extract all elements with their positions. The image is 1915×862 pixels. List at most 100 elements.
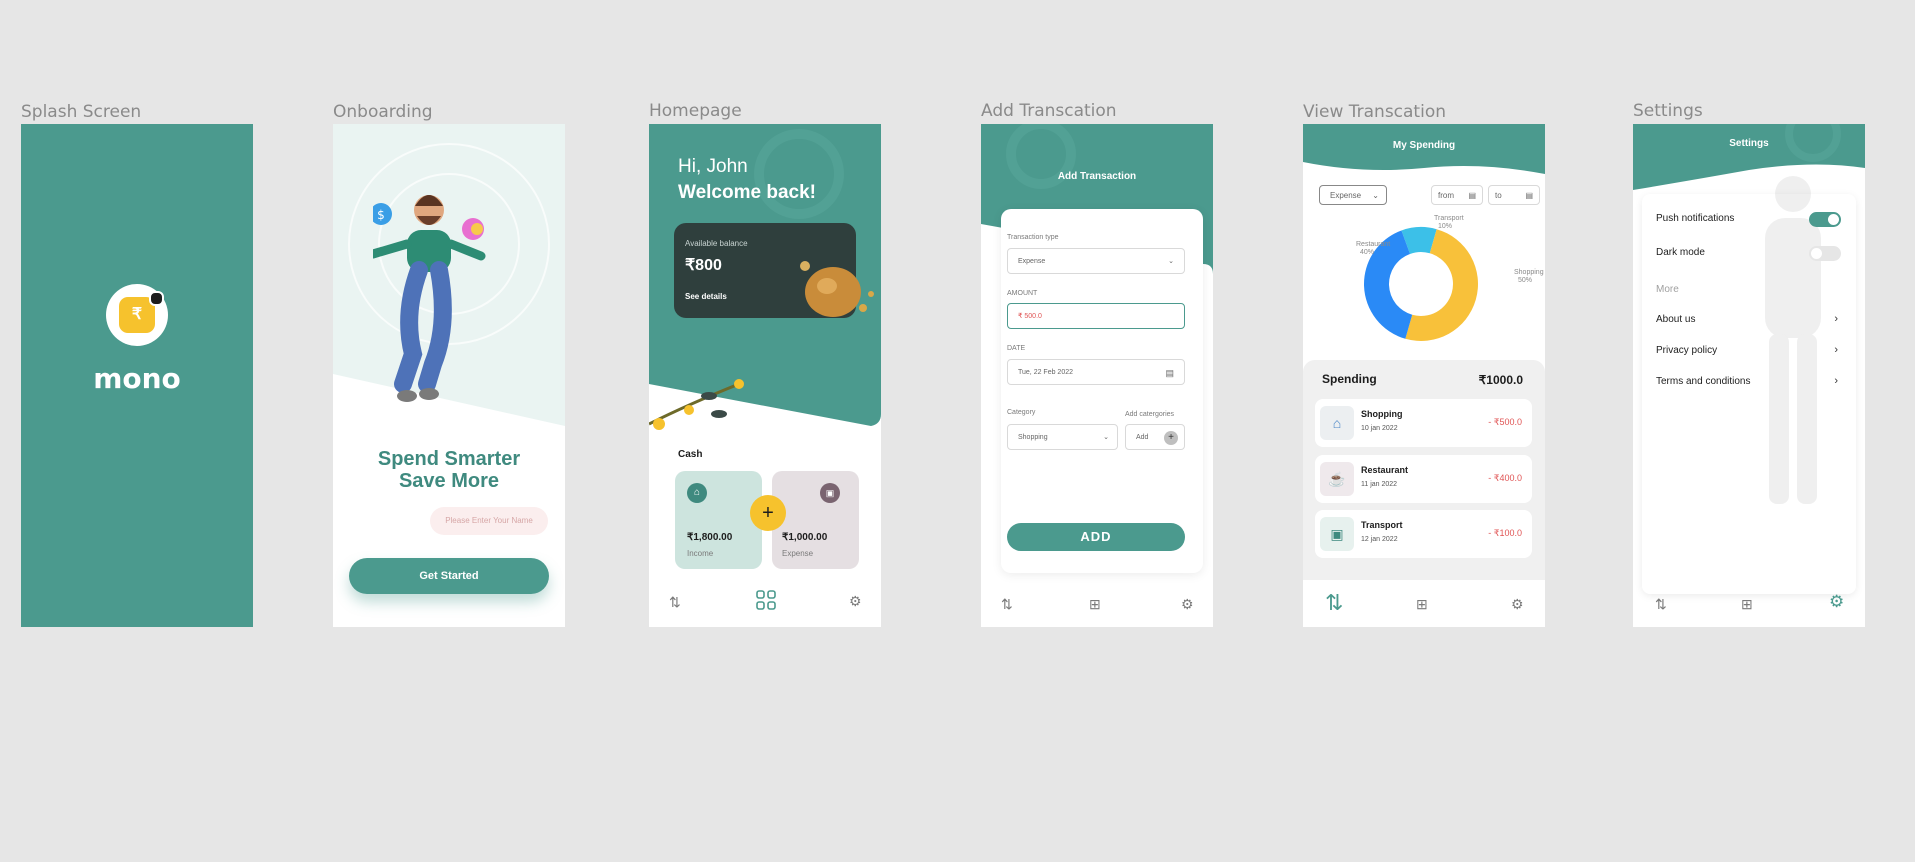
from-date-input[interactable]: from ▤ [1431, 185, 1483, 205]
date-label: DATE [1007, 345, 1026, 352]
income-value: ₹1,800.00 [687, 532, 733, 543]
transaction-row[interactable]: ☕ Restaurant 11 jan 2022 - ₹400.0 [1315, 455, 1532, 503]
cash-section-label: Cash [678, 449, 703, 460]
add-transaction-screen: Add Transaction Transaction type Expense… [981, 124, 1213, 627]
pie-label-transport: Transport 10% [1434, 215, 1464, 230]
grid-nav-icon[interactable]: ⊞ [1741, 596, 1753, 613]
balance-value: ₹800 [685, 257, 722, 274]
chevron-right-icon: › [1834, 313, 1838, 325]
transaction-title: Shopping [1361, 409, 1403, 419]
gear-icon[interactable]: ⚙ [1181, 596, 1194, 613]
expense-value: ₹1,000.00 [782, 532, 828, 543]
gear-icon[interactable]: ⚙ [1511, 596, 1524, 613]
gear-icon[interactable]: ⚙ [849, 593, 862, 610]
add-transaction-title: Add Transaction [1057, 171, 1137, 182]
grid-nav-icon[interactable]: ⊞ [1089, 596, 1101, 613]
privacy-policy-item[interactable]: Privacy policy [1656, 345, 1717, 356]
store-icon: ⌂ [1320, 406, 1354, 440]
coffee-icon: ☕ [1320, 462, 1354, 496]
transaction-row[interactable]: ⌂ Shopping 10 jan 2022 - ₹500.0 [1315, 399, 1532, 447]
income-label: Income [687, 549, 714, 558]
wallet-icon: ▣ [820, 483, 840, 503]
plant-decoration [649, 379, 744, 430]
svg-text:$: $ [377, 208, 385, 222]
amount-label: AMOUNT [1007, 290, 1038, 297]
transactions-nav-icon[interactable]: ⇅ [669, 594, 681, 611]
spending-total: ₹1000.0 [1478, 373, 1523, 387]
home-screen: Hi, John Welcome back! Available balance… [649, 124, 881, 627]
frame-label-onboarding: Onboarding [333, 102, 433, 122]
frame-label-homepage: Homepage [649, 101, 742, 121]
grid-nav-icon[interactable]: ⊞ [1416, 596, 1428, 613]
gear-icon[interactable]: ⚙ [1829, 592, 1844, 612]
dark-mode-label: Dark mode [1656, 247, 1705, 258]
calendar-icon: ▤ [1525, 191, 1533, 200]
push-notifications-toggle[interactable] [1809, 212, 1841, 227]
transaction-amount: - ₹400.0 [1488, 473, 1522, 483]
frame-label-splash: Splash Screen [21, 102, 142, 122]
logo-dot [149, 291, 164, 306]
category-select[interactable]: Shopping ⌄ [1007, 424, 1118, 450]
chevron-down-icon: ⌄ [1103, 434, 1109, 441]
splash-screen: ₹ mono [21, 124, 253, 627]
bus-icon: ▣ [1320, 517, 1354, 551]
expense-label: Expense [782, 549, 814, 558]
add-categories-label: Add catergories [1125, 411, 1175, 418]
category-label: Category [1007, 409, 1036, 416]
settings-screen: Settings Push notifications Dark mode Mo… [1633, 124, 1865, 627]
transactions-nav-icon[interactable]: ⇅ [1001, 596, 1013, 613]
expense-filter-select[interactable]: Expense ⌄ [1319, 185, 1387, 205]
bank-icon: ⌂ [687, 483, 707, 503]
settings-title: Settings [1729, 138, 1769, 149]
spending-donut-chart: Shopping 50%Restaurant 40%Transport 10% [1356, 215, 1544, 341]
frame-label-settings: Settings [1633, 101, 1703, 121]
expense-card[interactable]: ▣ ₹1,000.00 Expense [772, 471, 859, 569]
dark-mode-toggle[interactable] [1809, 246, 1841, 261]
plus-icon[interactable]: + [1164, 431, 1178, 445]
calendar-icon: ▤ [1468, 191, 1476, 200]
get-started-button[interactable]: Get Started [349, 558, 549, 594]
transaction-row[interactable]: ▣ Transport 12 jan 2022 - ₹100.0 [1315, 510, 1532, 558]
income-card[interactable]: ⌂ ₹1,800.00 Income [675, 471, 762, 569]
chevron-right-icon: › [1834, 375, 1838, 387]
calendar-icon: ▤ [1165, 368, 1174, 378]
push-notifications-label: Push notifications [1656, 213, 1735, 224]
more-section-label: More [1656, 284, 1679, 295]
transaction-title: Transport [1361, 520, 1403, 530]
grid-nav-icon[interactable] [756, 590, 776, 610]
add-button[interactable]: ADD [1007, 523, 1185, 551]
transactions-nav-icon[interactable]: ⇅ [1655, 596, 1667, 613]
to-date-input[interactable]: to ▤ [1488, 185, 1540, 205]
piggy-bank-icon [800, 261, 874, 317]
onboarding-title: Spend Smarter Save More [377, 448, 521, 492]
onboarding-screen: $ Spend Smarter Save More Please Enter Y… [333, 124, 565, 627]
pie-label-shopping: Shopping 50% [1514, 269, 1544, 284]
my-spending-title: My Spending [1392, 140, 1456, 151]
about-us-item[interactable]: About us [1656, 314, 1695, 325]
add-fab-button[interactable]: + [750, 495, 786, 531]
amount-input[interactable]: ₹ 500.0 [1007, 303, 1185, 329]
frame-label-add: Add Transcation [981, 101, 1117, 121]
transaction-date: 12 jan 2022 [1361, 536, 1398, 543]
view-header-bg [1303, 124, 1545, 174]
transaction-amount: - ₹100.0 [1488, 528, 1522, 538]
see-details-link[interactable]: See details [685, 292, 727, 301]
add-category-input[interactable]: Add + [1125, 424, 1185, 450]
brand-name: mono [93, 362, 181, 395]
transaction-date: 11 jan 2022 [1361, 481, 1398, 488]
transaction-amount: - ₹500.0 [1488, 417, 1522, 427]
type-select[interactable]: Expense ⌄ [1007, 248, 1185, 274]
welcome-text: Welcome back! [678, 182, 816, 203]
character-watermark [1765, 176, 1821, 504]
date-input[interactable]: Tue, 22 Feb 2022 ▤ [1007, 359, 1185, 385]
chevron-down-icon: ⌄ [1372, 191, 1379, 200]
chevron-down-icon: ⌄ [1168, 258, 1174, 265]
terms-item[interactable]: Terms and conditions [1656, 376, 1751, 387]
type-label: Transaction type [1007, 234, 1059, 241]
balance-label: Available balance [685, 239, 748, 248]
transaction-date: 10 jan 2022 [1361, 425, 1398, 432]
spending-label: Spending [1322, 372, 1377, 386]
transactions-nav-icon[interactable]: ⇅ [1325, 590, 1343, 616]
name-input[interactable]: Please Enter Your Name [430, 507, 548, 535]
transaction-title: Restaurant [1361, 465, 1409, 475]
